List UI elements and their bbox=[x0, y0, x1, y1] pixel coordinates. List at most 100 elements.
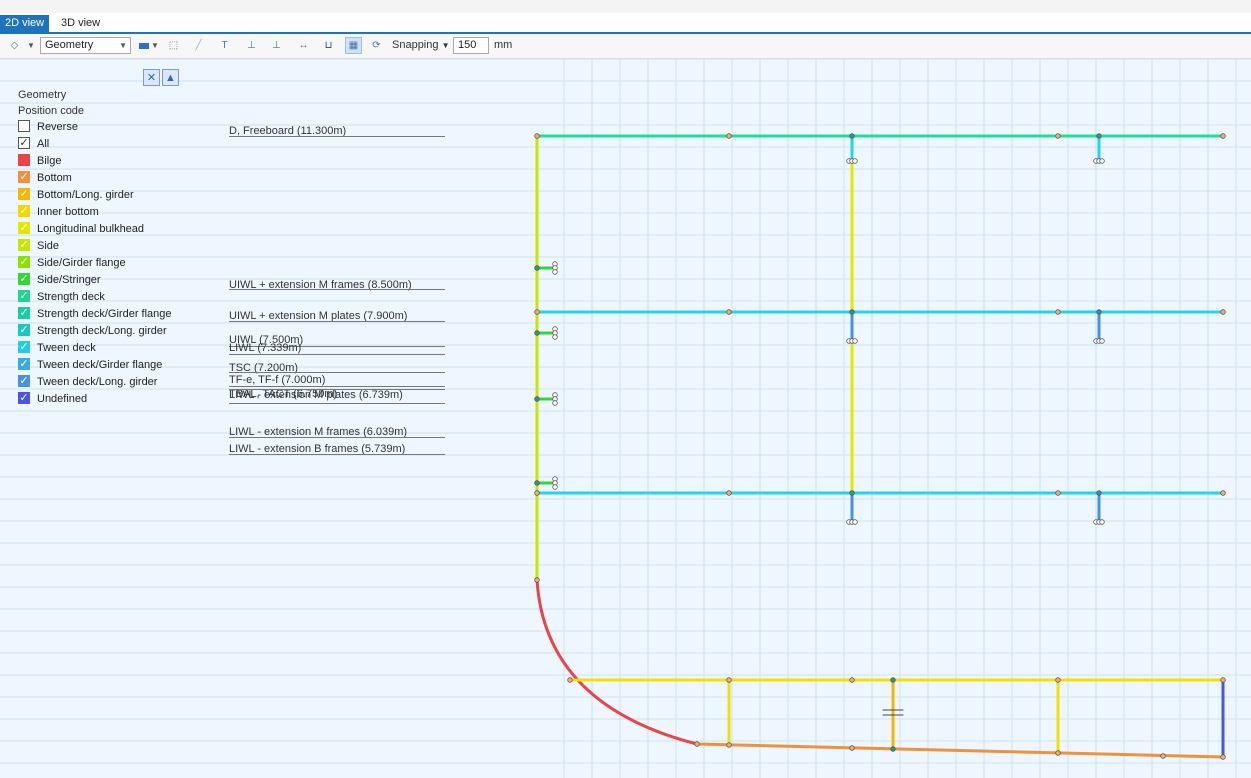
node-point[interactable] bbox=[534, 577, 540, 583]
junction-point[interactable] bbox=[890, 677, 896, 683]
view-tabs: 2D view 3D view bbox=[0, 13, 1251, 34]
stringer-end-point[interactable] bbox=[552, 484, 558, 490]
level-line bbox=[229, 372, 445, 373]
checkmark-icon[interactable]: ✓ bbox=[18, 341, 30, 353]
node-point[interactable] bbox=[726, 677, 732, 683]
drawing-canvas[interactable]: ✕ ▲ Geometry Position code Reverse ✓ All… bbox=[0, 59, 1251, 778]
rule-icon[interactable]: ╱ bbox=[190, 37, 207, 54]
level-line bbox=[229, 136, 445, 137]
bracket-icon[interactable]: ⊔ bbox=[320, 37, 337, 54]
node-point[interactable] bbox=[1055, 750, 1061, 756]
level-line bbox=[229, 386, 445, 387]
node-point[interactable] bbox=[1055, 490, 1061, 496]
node-point[interactable] bbox=[1220, 490, 1226, 496]
checkmark-icon[interactable]: ✓ bbox=[18, 137, 30, 149]
tools-icon[interactable]: ✕ bbox=[143, 69, 160, 86]
geometry-combo[interactable]: Geometry ▼ bbox=[40, 37, 131, 54]
node-point[interactable] bbox=[726, 309, 732, 315]
toolbar: ◇ ▼ Geometry ▼ ▼ ⬚ ╱ T ⊥ ⊥ ↔ ⊔ ▦ ⟳ Snappi… bbox=[0, 34, 1251, 59]
refresh-icon[interactable]: ⟳ bbox=[368, 37, 385, 54]
level-line bbox=[229, 403, 445, 404]
girder-end-point[interactable] bbox=[1099, 338, 1105, 344]
color-fill-icon[interactable]: ▼ bbox=[137, 37, 161, 54]
node-point[interactable] bbox=[726, 490, 732, 496]
junction-point[interactable] bbox=[534, 265, 540, 271]
checkmark-icon[interactable]: ✓ bbox=[18, 392, 30, 404]
checkmark-icon[interactable]: ✓ bbox=[18, 205, 30, 217]
girder-end-point[interactable] bbox=[852, 519, 858, 525]
snapping-dropdown[interactable]: Snapping ▼ bbox=[392, 37, 449, 54]
checkmark-icon[interactable]: ✓ bbox=[18, 375, 30, 387]
junction-point[interactable] bbox=[534, 330, 540, 336]
t-profile-icon[interactable]: T bbox=[216, 37, 233, 54]
level-label: LIWL - extension M plates (6.739m) bbox=[229, 389, 403, 401]
select-icon[interactable]: ⬚ bbox=[165, 37, 182, 54]
flatbar-icon[interactable]: ↔ bbox=[295, 37, 312, 54]
node-point[interactable] bbox=[1220, 133, 1226, 139]
checkmark-icon[interactable]: ✓ bbox=[18, 222, 30, 234]
level-label: LIWL (7.339m) bbox=[229, 342, 302, 354]
junction-point[interactable] bbox=[1096, 309, 1102, 315]
checkmark-icon[interactable]: ✓ bbox=[18, 273, 30, 285]
eject-icon[interactable]: ▲ bbox=[162, 69, 179, 86]
girder-end-point[interactable] bbox=[852, 338, 858, 344]
junction-point[interactable] bbox=[849, 309, 855, 315]
level-line bbox=[229, 321, 445, 322]
node-point[interactable] bbox=[534, 490, 540, 496]
stringer-end-point[interactable] bbox=[552, 269, 558, 275]
checkmark-icon[interactable]: ✓ bbox=[18, 256, 30, 268]
node-point[interactable] bbox=[849, 745, 855, 751]
checkmark-icon[interactable]: ✓ bbox=[18, 358, 30, 370]
grid-icon[interactable]: ▦ bbox=[345, 37, 362, 54]
checkbox-box[interactable] bbox=[18, 120, 30, 132]
l-profile-icon[interactable]: ⊥ bbox=[243, 37, 260, 54]
level-line bbox=[229, 354, 445, 355]
node-point[interactable] bbox=[726, 742, 732, 748]
junction-point[interactable] bbox=[890, 746, 896, 752]
junction-point[interactable] bbox=[534, 396, 540, 402]
legend-subtitle: Position code bbox=[18, 105, 85, 117]
drawing-svg[interactable] bbox=[0, 59, 1251, 778]
node-point[interactable] bbox=[1220, 309, 1226, 315]
junction-point[interactable] bbox=[1096, 133, 1102, 139]
checkmark-icon[interactable]: ✓ bbox=[18, 188, 30, 200]
node-point[interactable] bbox=[726, 133, 732, 139]
junction-point[interactable] bbox=[534, 480, 540, 486]
stringer-end-point[interactable] bbox=[552, 334, 558, 340]
girder-end-point[interactable] bbox=[1099, 519, 1105, 525]
snapping-value-input[interactable]: 150 bbox=[453, 37, 489, 54]
checkmark-icon[interactable]: ✓ bbox=[18, 290, 30, 302]
stringer-end-point[interactable] bbox=[552, 400, 558, 406]
layer-icon[interactable]: ◇ bbox=[6, 37, 23, 54]
level-line bbox=[229, 437, 445, 438]
checkmark-icon[interactable]: ✓ bbox=[18, 307, 30, 319]
junction-point[interactable] bbox=[849, 133, 855, 139]
level-line bbox=[229, 454, 445, 455]
checkmark-icon[interactable]: ✓ bbox=[18, 171, 30, 183]
color-swatch[interactable] bbox=[18, 154, 30, 166]
node-point[interactable] bbox=[1220, 677, 1226, 683]
level-label: TF-e, TF-f (7.000m) bbox=[229, 374, 326, 386]
junction-point[interactable] bbox=[1096, 490, 1102, 496]
node-point[interactable] bbox=[694, 741, 700, 747]
girder-end-point[interactable] bbox=[852, 158, 858, 164]
node-point[interactable] bbox=[1220, 754, 1226, 760]
window-title-bar bbox=[0, 0, 1251, 13]
node-point[interactable] bbox=[567, 677, 573, 683]
double-l-icon[interactable]: ⊥ bbox=[268, 37, 285, 54]
node-point[interactable] bbox=[1055, 133, 1061, 139]
junction-point[interactable] bbox=[849, 490, 855, 496]
node-point[interactable] bbox=[1055, 309, 1061, 315]
checkmark-icon[interactable]: ✓ bbox=[18, 324, 30, 336]
layer-dropdown-arrow[interactable]: ▼ bbox=[27, 37, 37, 54]
tab-2d-view[interactable]: 2D view bbox=[0, 15, 50, 32]
node-point[interactable] bbox=[534, 309, 540, 315]
checkmark-icon[interactable]: ✓ bbox=[18, 239, 30, 251]
tab-3d-view[interactable]: 3D view bbox=[56, 15, 105, 32]
node-point[interactable] bbox=[534, 133, 540, 139]
node-point[interactable] bbox=[1055, 677, 1061, 683]
level-line bbox=[229, 289, 445, 290]
node-point[interactable] bbox=[1160, 753, 1166, 759]
girder-end-point[interactable] bbox=[1099, 158, 1105, 164]
node-point[interactable] bbox=[849, 677, 855, 683]
